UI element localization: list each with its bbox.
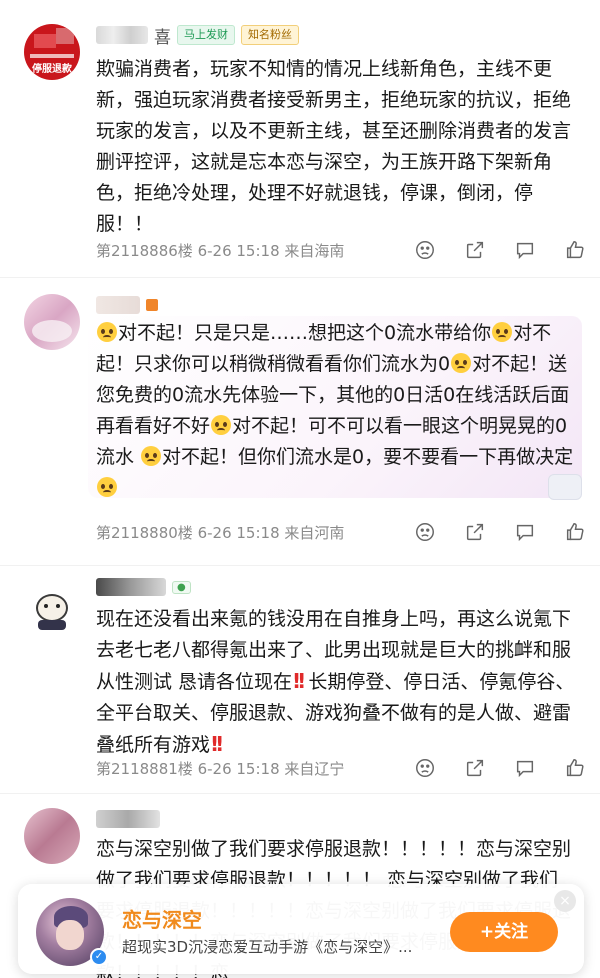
reply-icon[interactable] bbox=[514, 239, 536, 261]
avatar[interactable] bbox=[24, 294, 80, 350]
pleading-emoji-icon bbox=[97, 477, 117, 497]
comment-meta: 第2118881楼 6-26 15:18 来自辽宁 bbox=[96, 756, 586, 780]
like-icon[interactable] bbox=[564, 757, 586, 779]
user-name[interactable]: 喜 马上发财 知名粉丝 bbox=[96, 22, 299, 48]
share-icon[interactable] bbox=[464, 757, 486, 779]
comment-1: 停服退款 喜 马上发财 知名粉丝 欺骗消费者，玩家不知情的情况上线新角色，主线不… bbox=[0, 0, 600, 276]
badge-fan[interactable]: 知名粉丝 bbox=[241, 25, 299, 45]
pleading-emoji-icon bbox=[211, 415, 232, 435]
comment-actions bbox=[414, 239, 586, 261]
user-name[interactable] bbox=[96, 806, 160, 832]
comment-meta: 第2118880楼 6-26 15:18 来自河南 bbox=[96, 520, 586, 544]
pleading-emoji-icon bbox=[451, 353, 472, 373]
like-icon[interactable] bbox=[564, 239, 586, 261]
share-icon[interactable] bbox=[464, 239, 486, 261]
user-name[interactable] bbox=[96, 292, 158, 318]
avatar-text: 停服退款 bbox=[32, 64, 72, 75]
reply-icon[interactable] bbox=[514, 757, 536, 779]
comment-text: 欺骗消费者，玩家不知情的情况上线新角色，主线不更新，强迫玩家消费者接受新男主，拒… bbox=[96, 58, 572, 235]
pleading-emoji-icon bbox=[97, 322, 117, 342]
like-icon[interactable] bbox=[564, 521, 586, 543]
pleading-emoji-icon bbox=[141, 446, 162, 466]
double-exclamation-icon: !! bbox=[210, 732, 224, 756]
share-icon[interactable] bbox=[464, 521, 486, 543]
floor-time-location: 第2118886楼 6-26 15:18 来自海南 bbox=[96, 241, 345, 260]
promo-title[interactable]: 恋与深空 bbox=[122, 904, 202, 933]
comment-text: 现在还没看出来氪的钱没用在自推身上吗，再这么说氪下去老七老八都得氪出来了、此男出… bbox=[96, 608, 575, 756]
blurred-username bbox=[96, 26, 148, 44]
comment-actions bbox=[414, 757, 586, 779]
blurred-username bbox=[96, 810, 160, 828]
username-tail: 喜 bbox=[154, 27, 171, 48]
comment-3: ● 现在还没看出来氪的钱没用在自推身上吗，再这么说氪下去老七老八都得氪出来了、此… bbox=[0, 566, 600, 792]
avatar[interactable] bbox=[24, 808, 80, 864]
comment-text: 对不起！只是只是……想把这个0流水带给你 对不起！只求你可以稍微稍微看看你们流水为… bbox=[96, 318, 574, 504]
dislike-icon[interactable] bbox=[414, 521, 436, 543]
comment-actions bbox=[414, 521, 586, 543]
floor-time-location: 第2118881楼 6-26 15:18 来自辽宁 bbox=[96, 759, 345, 778]
promo-banner[interactable]: ✓ 恋与深空 超现实3D沉浸恋爱互动手游《恋与深空》... +关注 × bbox=[18, 884, 584, 974]
floor-time-location: 第2118880楼 6-26 15:18 来自河南 bbox=[96, 523, 345, 542]
blurred-username bbox=[96, 296, 140, 314]
promo-subtitle: 超现实3D沉浸恋爱互动手游《恋与深空》... bbox=[122, 938, 413, 956]
comment-2: 对不起！只是只是……想把这个0流水带给你 对不起！只求你可以稍微稍微看看你们流水为… bbox=[0, 278, 600, 564]
dislike-icon[interactable] bbox=[414, 757, 436, 779]
blurred-username bbox=[96, 578, 166, 596]
reply-icon[interactable] bbox=[514, 521, 536, 543]
close-icon[interactable]: × bbox=[554, 890, 576, 912]
user-name[interactable]: ● bbox=[96, 574, 191, 600]
user-badge[interactable]: ● bbox=[172, 580, 191, 594]
comment-meta: 第2118886楼 6-26 15:18 来自海南 bbox=[96, 238, 586, 262]
badge-fortune[interactable]: 马上发财 bbox=[177, 25, 235, 45]
avatar[interactable] bbox=[24, 580, 80, 636]
verified-icon: ✓ bbox=[90, 948, 108, 966]
double-exclamation-icon: !! bbox=[292, 669, 306, 693]
pleading-emoji-icon bbox=[492, 322, 513, 342]
follow-button[interactable]: +关注 bbox=[450, 912, 558, 952]
dislike-icon[interactable] bbox=[414, 239, 436, 261]
avatar[interactable]: 停服退款 bbox=[24, 24, 80, 80]
blurred-username-color bbox=[146, 299, 158, 311]
